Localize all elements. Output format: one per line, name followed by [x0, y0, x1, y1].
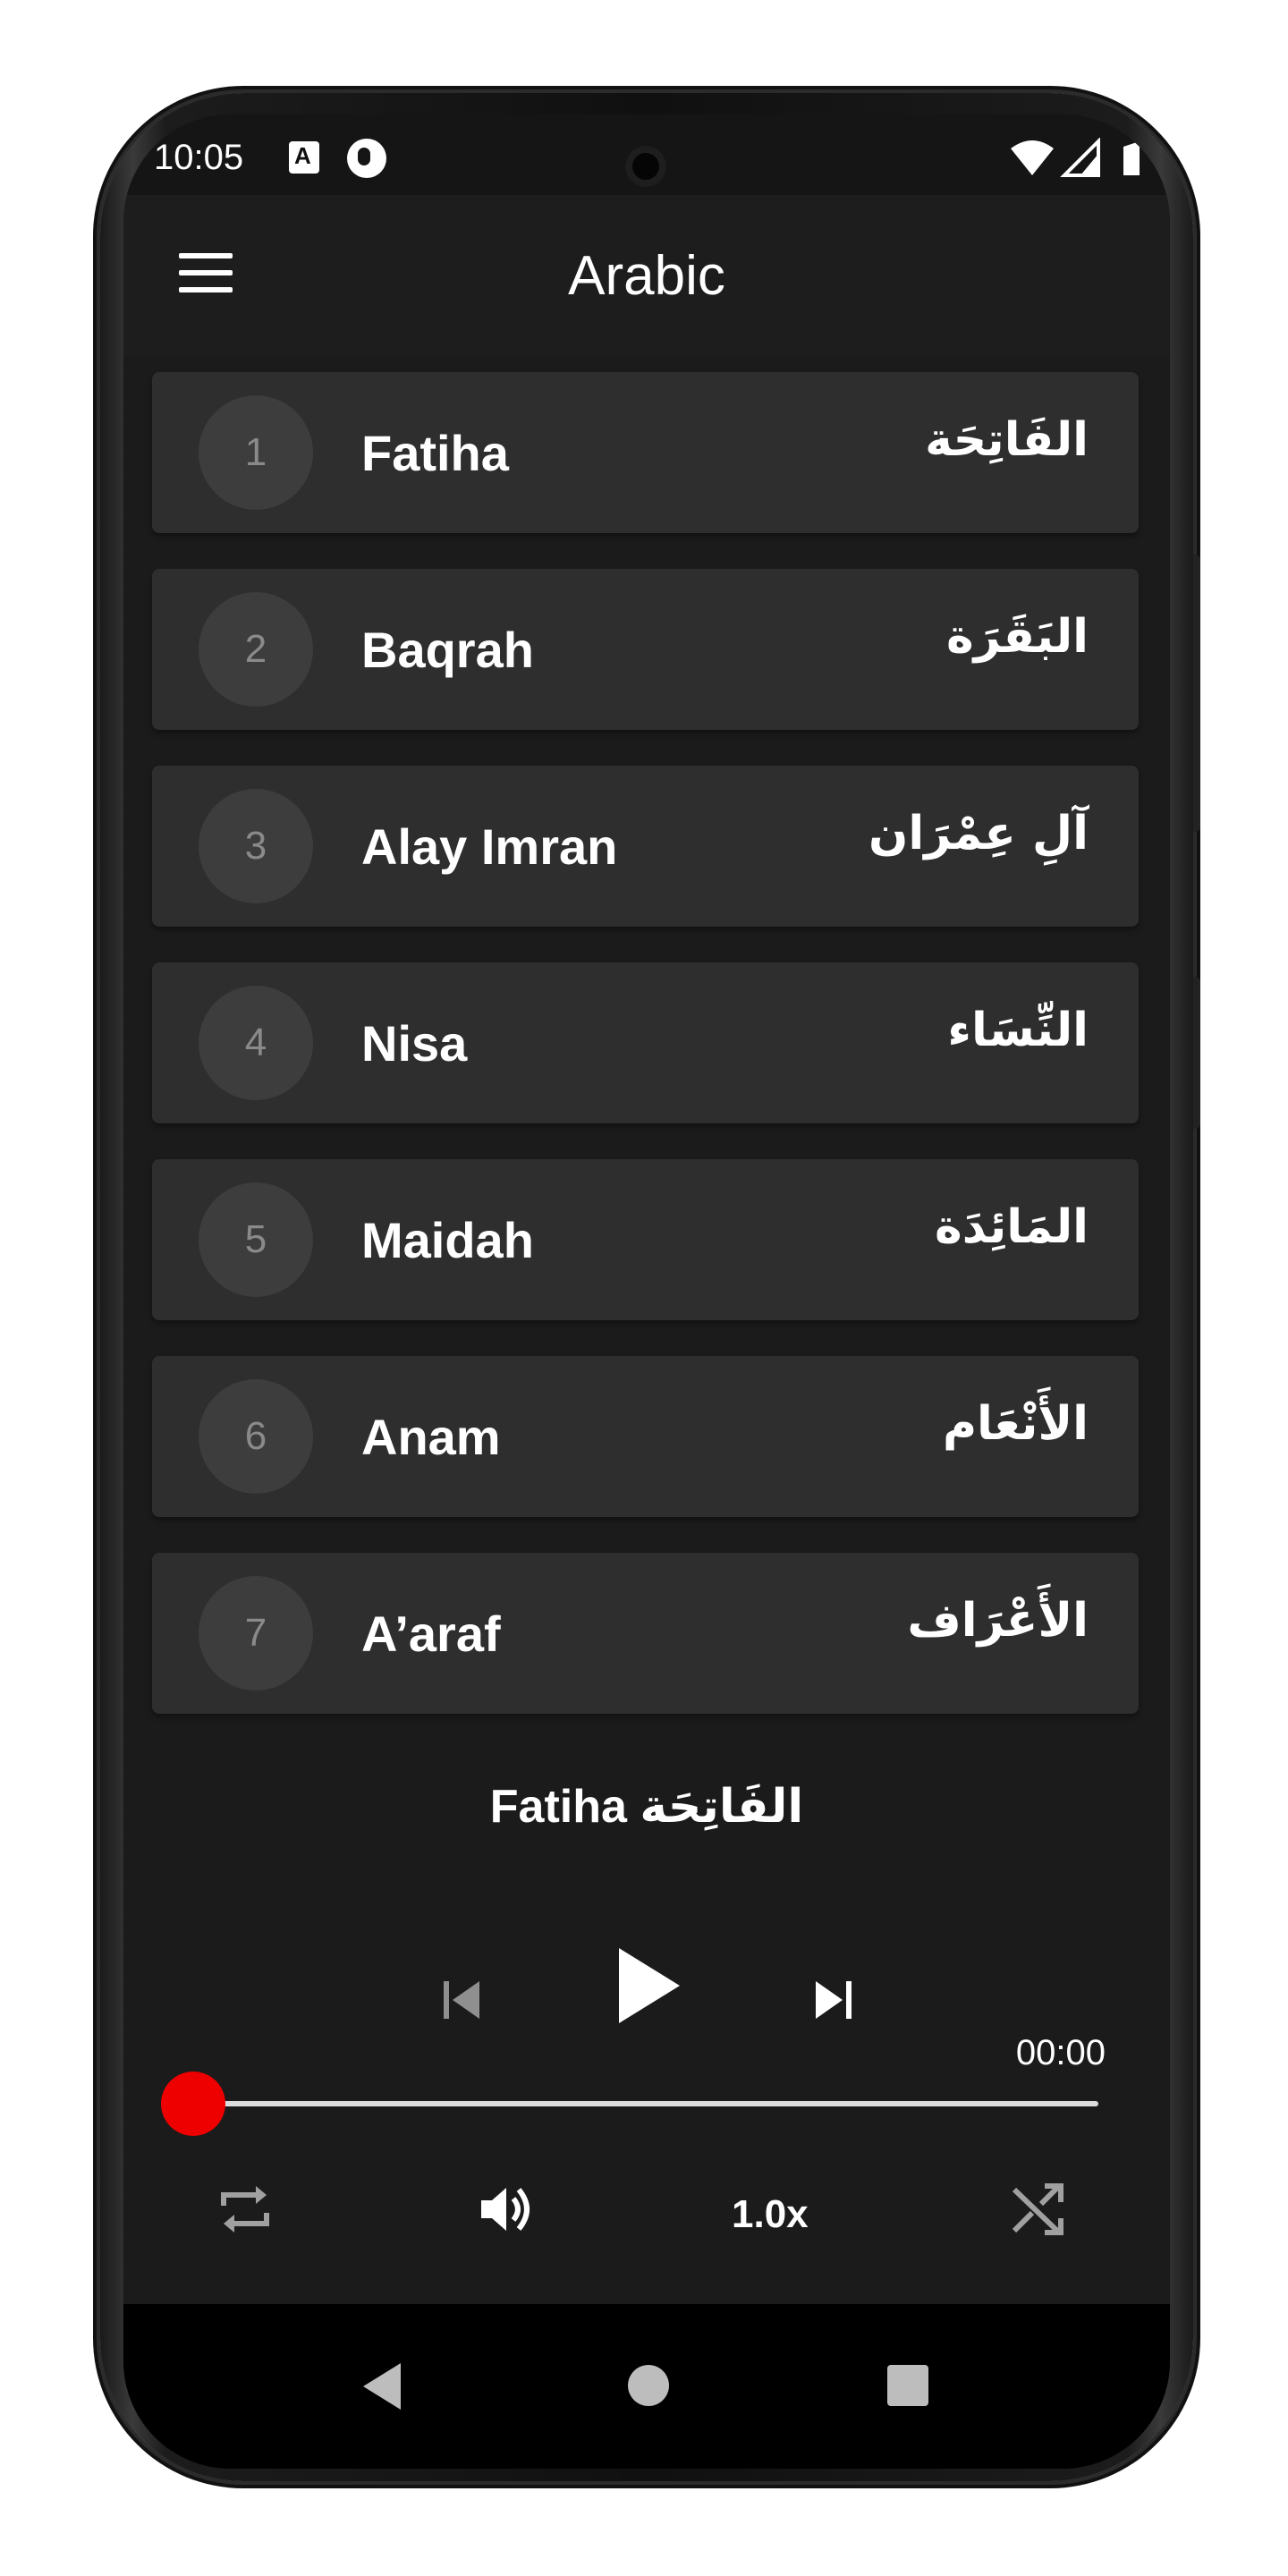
surah-name: Baqrah [361, 622, 534, 678]
surah-arabic-name: الفَاتِحَة [925, 413, 1089, 467]
home-icon[interactable] [626, 2363, 671, 2408]
system-nav-bar [123, 2304, 1170, 2469]
surah-name: Maidah [361, 1212, 534, 1268]
seek-bar[interactable] [193, 2101, 1098, 2106]
skip-previous-icon[interactable] [440, 1978, 483, 2022]
surah-number: 3 [199, 789, 313, 903]
repeat-icon[interactable] [216, 2181, 274, 2238]
volume-icon[interactable] [478, 2181, 537, 2238]
playback-speed-button[interactable]: 1.0x [732, 2192, 809, 2237]
skip-next-icon[interactable] [812, 1978, 855, 2022]
play-icon[interactable] [614, 1945, 685, 2027]
surah-number: 2 [199, 592, 313, 707]
a-notification-icon: A [289, 141, 319, 174]
shuffle-icon[interactable] [1009, 2181, 1066, 2238]
surah-row[interactable]: 7 A’araf الأَعْرَاف [152, 1553, 1139, 1714]
surah-row[interactable]: 6 Anam الأَنْعَام [152, 1356, 1139, 1517]
now-playing-name: Fatiha [489, 1781, 627, 1833]
surah-number: 1 [199, 395, 313, 510]
app-bar: Arabic [123, 195, 1170, 356]
surah-name: Fatiha [361, 425, 509, 481]
surah-name: Anam [361, 1409, 501, 1465]
back-icon[interactable] [360, 2361, 404, 2411]
surah-list: 1 Fatiha الفَاتِحَة 2 Baqrah البَقَرَة 3… [152, 372, 1139, 1750]
elapsed-time: 00:00 [1015, 2033, 1106, 2072]
surah-arabic-name: الأَنْعَام [942, 1397, 1089, 1451]
wifi-icon [1011, 140, 1054, 175]
page-title: Arabic [568, 245, 725, 307]
surah-arabic-name: الأَعْرَاف [907, 1594, 1089, 1648]
surah-number: 7 [199, 1576, 313, 1690]
power-button [1193, 977, 1200, 1129]
surah-row[interactable]: 1 Fatiha الفَاتِحَة [152, 372, 1139, 533]
surah-row[interactable]: 3 Alay Imran آلِ عِمْرَان [152, 766, 1139, 927]
surah-arabic-name: آلِ عِمْرَان [869, 807, 1089, 860]
volume-button [1193, 555, 1200, 832]
status-time: 10:05 [154, 138, 244, 177]
surah-arabic-name: البَقَرَة [945, 610, 1089, 664]
recents-icon[interactable] [886, 2363, 930, 2408]
battery-icon [1123, 141, 1140, 175]
seek-thumb[interactable] [161, 2072, 225, 2136]
surah-arabic-name: المَائِدَة [935, 1200, 1089, 1254]
screen: 10:05 A Arabic 1 Fatiha الفَاتِحَة 2 Baq… [123, 114, 1170, 2469]
app-notification-icon [347, 139, 386, 178]
surah-number: 4 [199, 986, 313, 1100]
surah-number: 5 [199, 1182, 313, 1297]
surah-name: Nisa [361, 1015, 468, 1072]
surah-number: 6 [199, 1379, 313, 1494]
now-playing-title: Fatiha الفَاتِحَة [123, 1780, 1170, 1834]
surah-row[interactable]: 4 Nisa النِّسَاء [152, 962, 1139, 1123]
surah-row[interactable]: 2 Baqrah البَقَرَة [152, 569, 1139, 730]
surah-row[interactable]: 5 Maidah المَائِدَة [152, 1159, 1139, 1320]
status-bar: 10:05 A [123, 114, 1170, 195]
status-right-icons [1011, 138, 1140, 177]
surah-name: A’araf [361, 1606, 501, 1662]
surah-name: Alay Imran [361, 818, 618, 875]
now-playing-arabic: الفَاتِحَة [640, 1780, 804, 1834]
surah-arabic-name: النِّسَاء [947, 1004, 1089, 1057]
camera-cutout [625, 146, 666, 187]
